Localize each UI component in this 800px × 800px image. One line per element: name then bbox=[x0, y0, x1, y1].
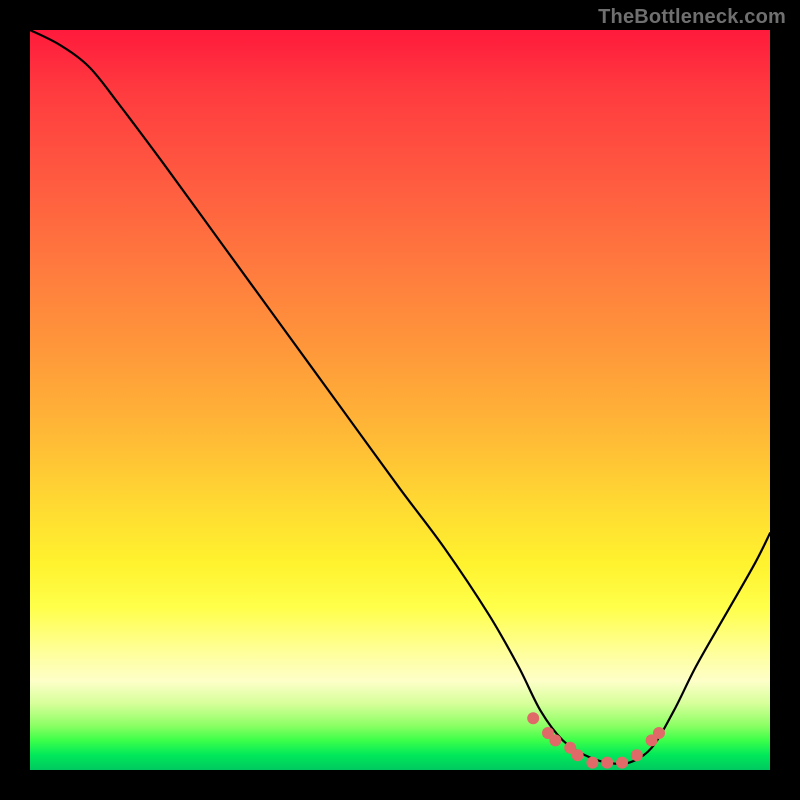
highlight-dot bbox=[527, 712, 539, 724]
chart-frame: TheBottleneck.com bbox=[0, 0, 800, 800]
watermark-text: TheBottleneck.com bbox=[598, 6, 786, 29]
highlight-dot bbox=[631, 749, 643, 761]
highlight-dot bbox=[586, 757, 598, 769]
highlight-dot bbox=[572, 749, 584, 761]
highlight-dot bbox=[549, 734, 561, 746]
curve-layer bbox=[30, 30, 770, 770]
bottleneck-curve bbox=[30, 30, 770, 764]
highlight-dot bbox=[653, 727, 665, 739]
highlight-dot bbox=[616, 757, 628, 769]
highlight-dot bbox=[601, 757, 613, 769]
plot-area bbox=[30, 30, 770, 770]
